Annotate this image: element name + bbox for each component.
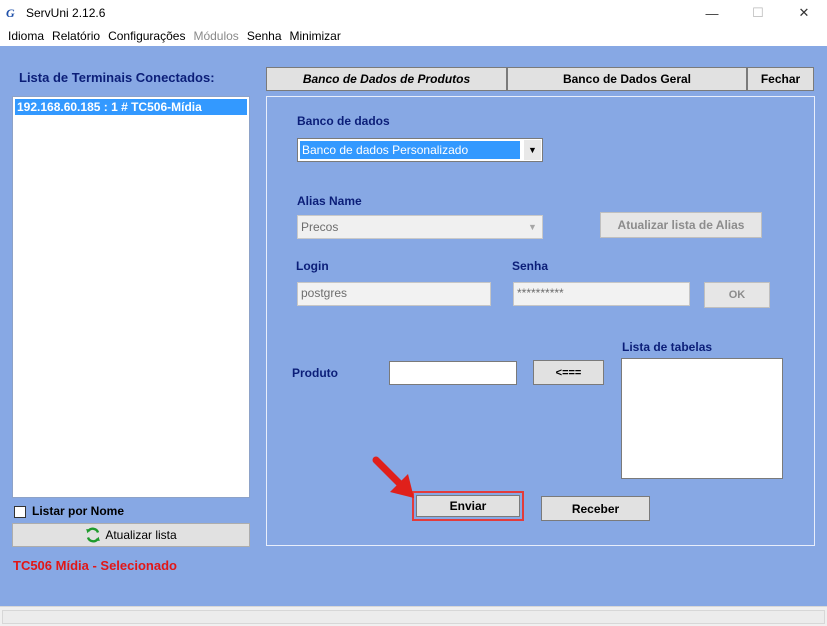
move-left-button[interactable]: <=== bbox=[533, 360, 604, 385]
produto-label: Produto bbox=[292, 366, 338, 380]
pointer-arrow-icon bbox=[372, 456, 414, 498]
listar-por-nome-label: Listar por Nome bbox=[32, 504, 125, 518]
menu-minimizar[interactable]: Minimizar bbox=[286, 27, 345, 45]
banco-de-dados-selected-value: Banco de dados Personalizado bbox=[300, 141, 520, 159]
menu-senha[interactable]: Senha bbox=[243, 27, 286, 45]
fechar-button[interactable]: Fechar bbox=[747, 67, 814, 91]
dropdown-arrow-icon[interactable]: ▼ bbox=[524, 140, 541, 160]
lista-de-tabelas-label: Lista de tabelas bbox=[622, 340, 713, 354]
refresh-icon bbox=[86, 527, 101, 543]
senha-field[interactable]: ********** bbox=[513, 282, 690, 306]
produto-field[interactable] bbox=[389, 361, 517, 385]
title-bar: G ServUni 2.12.6 — ☐ ✕ bbox=[0, 0, 827, 26]
login-label: Login bbox=[296, 259, 329, 273]
receber-button[interactable]: Receber bbox=[541, 496, 650, 521]
close-window-button[interactable]: ✕ bbox=[781, 0, 827, 26]
status-bar-panel bbox=[2, 610, 825, 624]
window-title: ServUni 2.12.6 bbox=[26, 6, 106, 20]
tab-banco-de-dados-de-produtos[interactable]: Banco de Dados de Produtos bbox=[266, 67, 507, 91]
menu-idioma[interactable]: Idioma bbox=[4, 27, 48, 45]
menu-configuracoes[interactable]: Configurações bbox=[104, 27, 189, 45]
terminal-list-item[interactable]: 192.168.60.185 : 1 # TC506-Mídia bbox=[15, 99, 247, 115]
menu-bar: Idioma Relatório Configurações Módulos S… bbox=[0, 26, 827, 46]
listar-por-nome-checkbox[interactable] bbox=[14, 506, 26, 518]
menu-modulos[interactable]: Módulos bbox=[189, 27, 242, 45]
status-bar bbox=[0, 606, 827, 626]
atualizar-lista-button[interactable]: Atualizar lista bbox=[12, 523, 250, 547]
enviar-button[interactable]: Enviar bbox=[416, 495, 520, 517]
lista-de-tabelas-list[interactable] bbox=[621, 358, 783, 479]
menu-relatorio[interactable]: Relatório bbox=[48, 27, 104, 45]
alias-name-selected-value: Precos bbox=[301, 220, 339, 234]
alias-name-select[interactable]: Precos ▼ bbox=[297, 215, 543, 239]
atualizar-lista-de-alias-button[interactable]: Atualizar lista de Alias bbox=[600, 212, 762, 238]
tab-banco-de-dados-geral[interactable]: Banco de Dados Geral bbox=[507, 67, 747, 91]
minimize-window-button[interactable]: — bbox=[689, 0, 735, 26]
banco-de-dados-label: Banco de dados bbox=[297, 114, 390, 128]
alias-name-label: Alias Name bbox=[297, 194, 362, 208]
atualizar-lista-label: Atualizar lista bbox=[105, 528, 177, 542]
dropdown-arrow-icon[interactable]: ▼ bbox=[524, 217, 541, 237]
terminal-list[interactable]: 192.168.60.185 : 1 # TC506-Mídia bbox=[12, 96, 250, 498]
ok-button[interactable]: OK bbox=[704, 282, 770, 308]
app-logo-icon: G bbox=[6, 6, 15, 20]
banco-de-dados-select[interactable]: Banco de dados Personalizado ▼ bbox=[297, 138, 543, 162]
senha-label: Senha bbox=[512, 259, 549, 273]
login-field[interactable]: postgres bbox=[297, 282, 491, 306]
terminals-list-title: Lista de Terminais Conectados: bbox=[19, 70, 215, 85]
selection-status-text: TC506 Mídia - Selecionado bbox=[13, 558, 177, 573]
maximize-window-button[interactable]: ☐ bbox=[735, 0, 781, 26]
